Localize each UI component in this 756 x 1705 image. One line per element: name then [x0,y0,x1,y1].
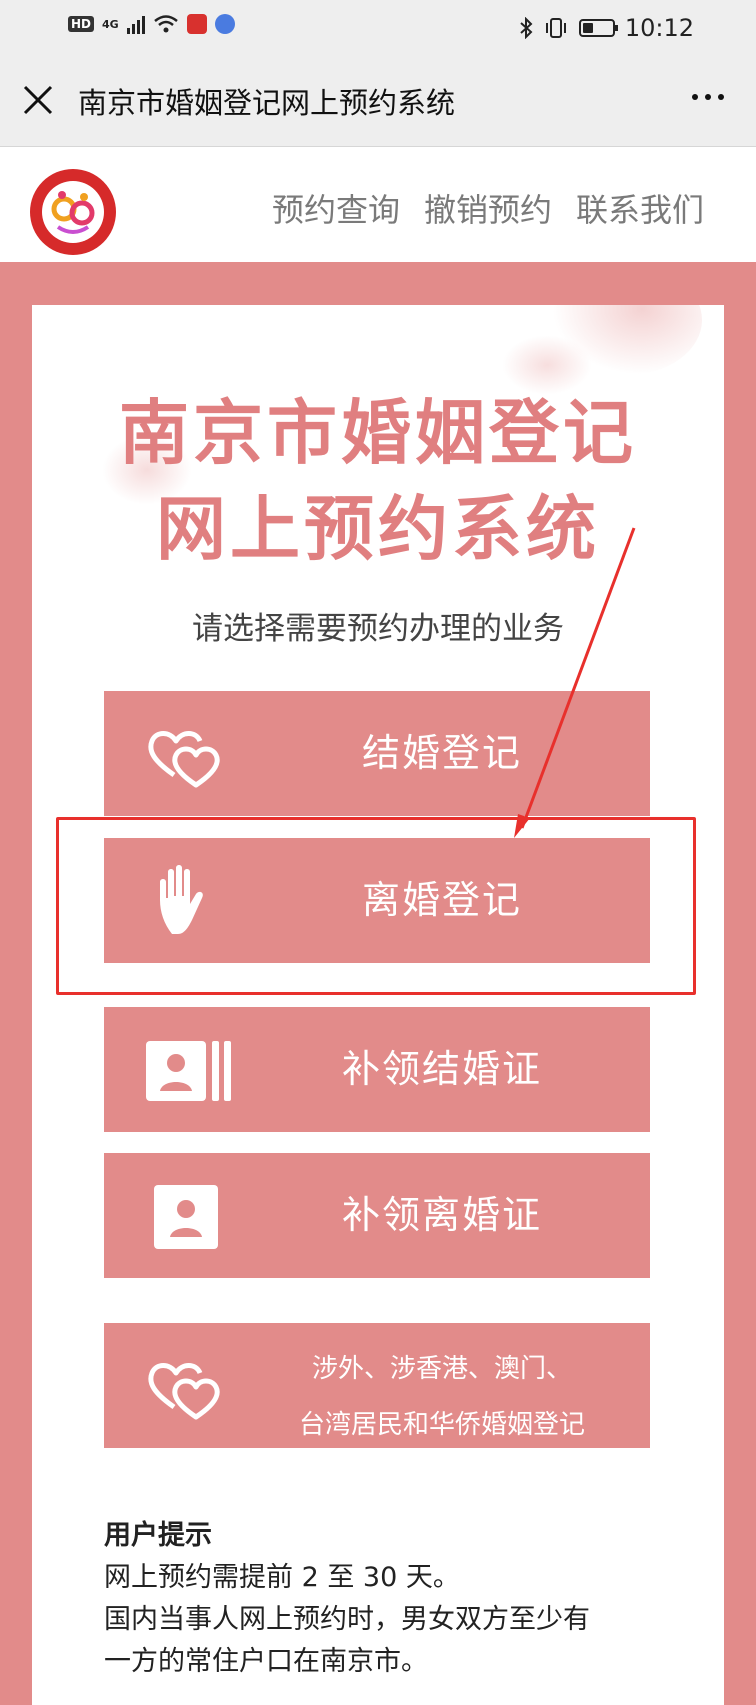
service-label: 结婚登记 [361,731,522,775]
nav-cancel-appointment[interactable]: 撤销预约 [424,185,552,231]
music-app-icon [214,14,235,34]
foreign-marriage-registration-button[interactable]: 涉外、涉香港、澳门、 台湾居民和华侨婚姻登记 [104,1323,650,1448]
marriage-registration-logo [30,169,116,255]
main-card: 南京市婚姻登记 网上预约系统 请选择需要预约办理的业务 结婚登记 离婚登记 补领… [32,305,724,1705]
more-options-icon[interactable] [692,94,724,100]
hearts-icon [148,1363,220,1420]
divorce-registration-button[interactable]: 离婚登记 [104,838,650,963]
site-header: 预约查询 撤销预约 联系我们 [0,147,756,262]
wifi-icon [153,15,178,33]
service-prompt: 请选择需要预约办理的业务 [192,611,564,647]
bluetooth-icon [520,17,533,39]
signal-icon [126,14,145,34]
nav-contact-us[interactable]: 联系我们 [576,185,704,231]
service-label-line2: 台湾居民和华侨婚姻登记 [298,1410,585,1440]
hd-indicator: HD [68,16,95,32]
id-card-icon [146,1041,231,1101]
clock: 10:12 [624,14,694,42]
book-app-icon [186,14,207,34]
marriage-registration-button[interactable]: 结婚登记 [104,691,650,816]
reissue-divorce-certificate-button[interactable]: 补领离婚证 [104,1153,650,1278]
close-icon[interactable] [20,82,56,118]
tips-line: 一方的常住户口在南京市。 [104,1646,428,1677]
service-label-line1: 涉外、涉香港、澳门、 [311,1354,572,1384]
hand-icon [160,865,203,934]
hero-title-line2: 网上预约系统 [156,487,600,570]
title-bar: 南京市婚姻登记网上预约系统 [0,56,756,147]
top-nav: 预约查询 撤销预约 联系我们 [272,185,704,231]
status-bar: HD 4G 10:12 [0,0,756,56]
person-card-icon [154,1185,218,1249]
battery-icon [578,19,618,37]
tips-title: 用户提示 [104,1520,212,1551]
service-label: 补领离婚证 [341,1193,542,1237]
tips-line: 网上预约需提前 2 至 30 天。 [104,1562,460,1593]
hero-title-line1: 南京市婚姻登记 [119,391,637,474]
hearts-icon [148,731,220,788]
network-type: 4G [102,17,119,31]
service-label: 涉外、涉香港、澳门、 台湾居民和华侨婚姻登记 [234,1341,650,1453]
reissue-marriage-certificate-button[interactable]: 补领结婚证 [104,1007,650,1132]
nav-appointment-query[interactable]: 预约查询 [272,185,400,231]
user-tips: 用户提示 网上预约需提前 2 至 30 天。 国内当事人网上预约时，男女双方至少… [104,1515,664,1683]
service-label: 离婚登记 [361,878,522,922]
status-right: 10:12 [519,14,694,42]
page-title: 南京市婚姻登记网上预约系统 [78,86,456,120]
tips-line: 国内当事人网上预约时，男女双方至少有 [104,1604,590,1635]
service-label: 补领结婚证 [341,1047,542,1091]
status-left: HD 4G [68,14,235,34]
vibrate-icon [545,18,566,38]
